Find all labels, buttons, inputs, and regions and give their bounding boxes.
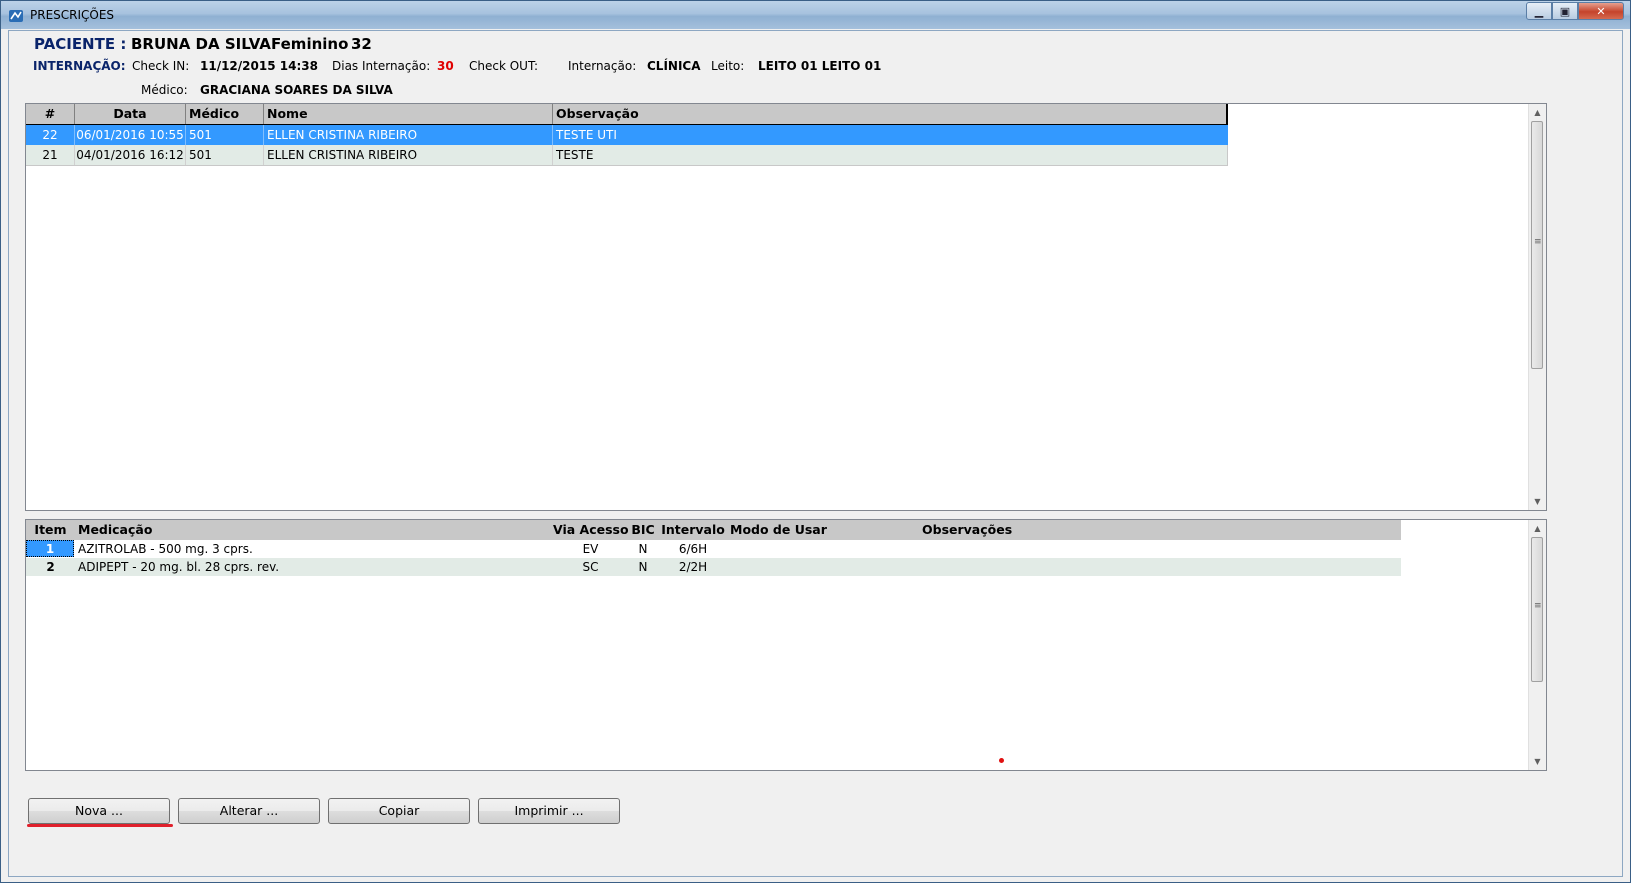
cell-observacoes [919,558,1219,576]
patient-label: PACIENTE : [34,35,127,53]
cell-item: 2 [46,560,55,574]
medications-scrollbar[interactable]: ▲ ≡ ▼ [1528,520,1546,770]
scroll-down-icon[interactable]: ▼ [1529,753,1546,770]
checkout-label: Check OUT: [469,59,539,73]
scroll-thumb[interactable]: ≡ [1531,537,1543,682]
cell-nome: ELLEN CRISTINA RIBEIRO [264,145,553,165]
cell-modo-usar [727,540,917,558]
title-bar[interactable]: PRESCRIÇÕES ▁ ▣ ✕ [1,1,1630,29]
scroll-thumb[interactable]: ≡ [1531,121,1543,369]
col-header-data[interactable]: Data [75,104,186,124]
patient-sex: Feminino [271,35,349,53]
alterar-button[interactable]: Alterar ... [178,798,320,824]
checkin-label: Check IN: [132,59,190,73]
doctor-value: GRACIANA SOARES DA SILVA [200,83,393,97]
cell-observacao: TESTE [553,145,1228,165]
grip-icon: ≡ [1534,237,1542,247]
prescriptions-grid[interactable]: # Data Médico Nome Observação 22 06/01/2… [25,103,1547,511]
cell-nome: ELLEN CRISTINA RIBEIRO [264,125,553,145]
imprimir-button[interactable]: Imprimir ... [478,798,620,824]
col-header-number[interactable]: # [26,104,75,124]
col-header-modo-usar[interactable]: Modo de Usar [727,520,917,540]
medications-grid[interactable]: Item Medicação Via Acesso BIC Intervalo … [25,519,1547,771]
cell-data: 04/01/2016 16:12 [75,145,186,165]
close-icon: ✕ [1596,4,1606,18]
copiar-button[interactable]: Copiar [328,798,470,824]
col-header-item[interactable]: Item [26,520,75,540]
cell-medico: 501 [186,145,264,165]
maximize-icon: ▣ [1559,4,1571,18]
grip-icon: ≡ [1534,601,1542,611]
admission-type-label: Internação: [568,59,637,73]
patient-age: 32 [351,35,372,53]
maximize-button[interactable]: ▣ [1552,2,1578,20]
table-row[interactable]: 21 04/01/2016 16:12 501 ELLEN CRISTINA R… [26,145,1228,166]
col-header-via-acesso[interactable]: Via Acesso [553,520,629,540]
table-row[interactable]: 2 ADIPEPT - 20 mg. bl. 28 cprs. rev. SC … [26,558,1401,576]
app-icon [9,10,23,22]
client-area: PACIENTE : BRUNA DA SILVA Feminino 32 IN… [8,30,1623,877]
nova-button-underline [27,824,173,827]
table-row[interactable]: 22 06/01/2016 10:55 501 ELLEN CRISTINA R… [26,125,1228,145]
close-button[interactable]: ✕ [1578,2,1624,20]
cell-data: 06/01/2016 10:55 [75,125,186,145]
red-dot-mark [999,758,1004,763]
cell-bic: N [638,560,648,574]
cell-modo-usar [727,558,917,576]
col-header-intervalo[interactable]: Intervalo [660,520,726,540]
cell-item: 1 [26,540,74,557]
col-header-observacao[interactable]: Observação [553,104,1228,124]
scroll-down-icon[interactable]: ▼ [1529,493,1546,510]
col-header-medicacao[interactable]: Medicação [75,520,553,540]
col-header-observacoes[interactable]: Observações [919,520,1219,540]
medications-header: Item Medicação Via Acesso BIC Intervalo … [26,520,1401,540]
prescricoes-window: PRESCRIÇÕES ▁ ▣ ✕ PACIENTE : BRUNA DA SI… [0,0,1631,883]
cell-intervalo: 2/2H [678,560,708,574]
bed-value: LEITO 01 LEITO 01 [758,59,882,73]
window-controls: ▁ ▣ ✕ [1526,2,1624,22]
nova-button[interactable]: Nova ... [28,798,170,824]
col-header-bic[interactable]: BIC [628,520,658,540]
col-header-medico[interactable]: Médico [186,104,264,124]
prescriptions-header: # Data Médico Nome Observação [26,104,1228,126]
cell-number: 22 [26,125,75,145]
scroll-up-icon[interactable]: ▲ [1529,520,1546,537]
admission-type-value: CLÍNICA [647,59,701,73]
minimize-button[interactable]: ▁ [1526,2,1552,20]
cell-medicacao: AZITROLAB - 500 mg. 3 cprs. [78,542,253,556]
admission-label: INTERNAÇÃO: [33,59,126,73]
cell-observacao: TESTE UTI [556,128,617,142]
window-title: PRESCRIÇÕES [30,8,115,22]
cell-medicacao: ADIPEPT - 20 mg. bl. 28 cprs. rev. [78,560,280,574]
days-label: Dias Internação: [332,59,431,73]
col-header-nome[interactable]: Nome [264,104,553,124]
cell-observacoes [919,540,1219,558]
minimize-icon: ▁ [1534,4,1544,18]
prescriptions-scrollbar[interactable]: ▲ ≡ ▼ [1528,104,1546,510]
patient-name: BRUNA DA SILVA [131,35,271,53]
cell-via-acesso: EV [582,542,599,556]
scroll-up-icon[interactable]: ▲ [1529,104,1546,121]
doctor-label: Médico: [141,83,188,97]
days-value: 30 [437,59,454,73]
cell-intervalo: 6/6H [678,542,708,556]
bed-label: Leito: [711,59,745,73]
table-row[interactable]: 1 AZITROLAB - 500 mg. 3 cprs. EV N 6/6H [26,540,1401,558]
checkin-value: 11/12/2015 14:38 [200,59,318,73]
cell-via-acesso: SC [582,560,599,574]
cell-medico: 501 [186,125,264,145]
cell-bic: N [638,542,648,556]
cell-number: 21 [26,145,75,165]
